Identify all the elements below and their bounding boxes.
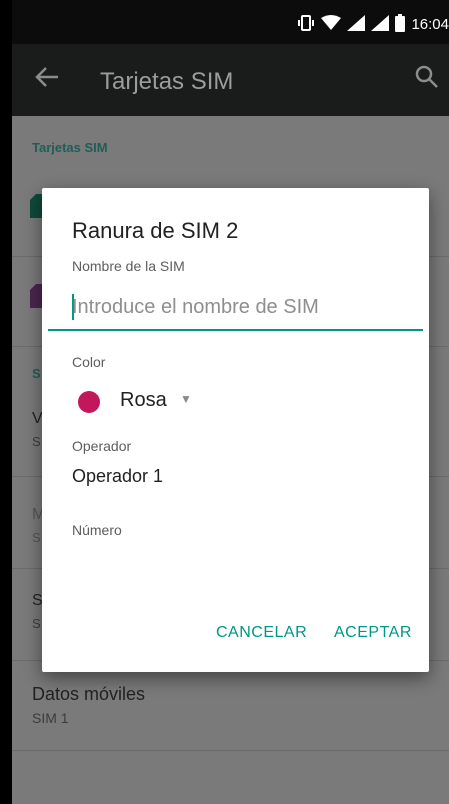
- mobile-data-title[interactable]: Datos móviles: [32, 684, 145, 705]
- divider: [12, 750, 449, 751]
- partial-letter: S: [32, 616, 41, 631]
- search-icon[interactable]: [415, 64, 439, 97]
- color-swatch[interactable]: [78, 391, 100, 413]
- app-bar: Tarjetas SIM: [12, 44, 449, 116]
- cancel-button[interactable]: CANCELAR: [216, 624, 307, 642]
- operator-label: Operador: [72, 438, 132, 454]
- dialog-title: Ranura de SIM 2: [72, 218, 239, 243]
- page-title: Tarjetas SIM: [100, 68, 234, 95]
- section-header: Tarjetas SIM: [32, 140, 108, 155]
- partial-letter: S: [32, 366, 41, 381]
- sim-name-underline: [48, 329, 423, 331]
- signal-icon: [347, 15, 366, 34]
- status-icons: 16:04: [297, 14, 449, 35]
- signal-icon-2: [371, 15, 390, 34]
- color-label: Color: [72, 354, 106, 370]
- partial-letter: S: [32, 434, 41, 449]
- vibrate-icon: [297, 15, 315, 34]
- dropdown-arrow-icon[interactable]: ▼: [180, 392, 192, 406]
- status-time: 16:04: [411, 16, 449, 33]
- sim-name-label: Nombre de la SIM: [72, 258, 185, 274]
- battery-icon: [395, 14, 406, 35]
- mobile-data-value: SIM 1: [32, 710, 69, 726]
- sim-name-input[interactable]: [72, 291, 412, 323]
- partial-letter: S: [32, 530, 41, 545]
- color-dropdown[interactable]: Rosa: [120, 389, 167, 412]
- accept-button[interactable]: ACEPTAR: [334, 624, 412, 642]
- back-arrow-icon[interactable]: [34, 64, 60, 94]
- screen: 16:04 Tarjetas SIM Tarjetas SIM S V S M …: [12, 0, 449, 804]
- sim-slot-dialog: Ranura de SIM 2 Nombre de la SIM Color R…: [42, 188, 429, 672]
- status-bar: 16:04: [12, 0, 449, 44]
- wifi-icon: [321, 15, 342, 34]
- operator-value: Operador 1: [72, 466, 164, 486]
- number-label: Número: [72, 522, 122, 538]
